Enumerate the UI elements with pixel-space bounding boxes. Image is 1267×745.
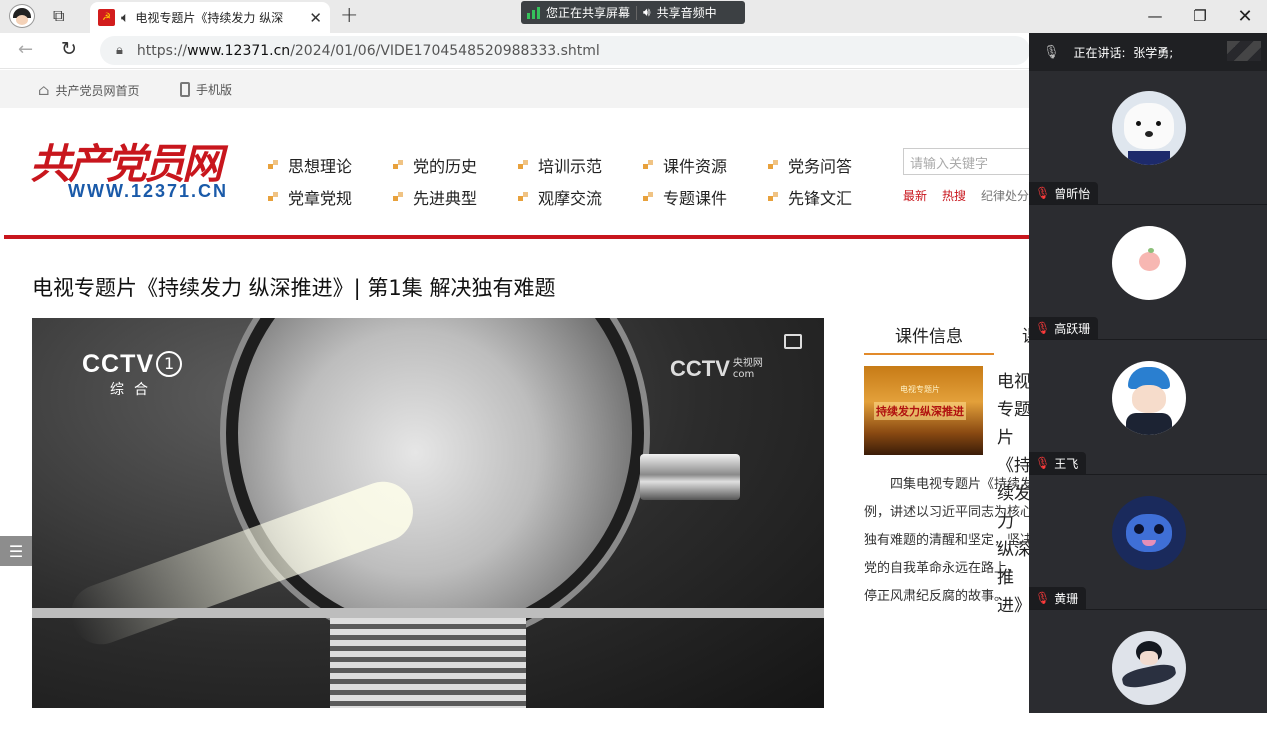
- participant-tile[interactable]: [1029, 611, 1267, 745]
- peach-avatar: [1112, 226, 1186, 300]
- bullet-icon: [768, 192, 778, 202]
- video-player[interactable]: CCTV 1 综合 CCTV 央视网 com: [32, 318, 824, 708]
- mic-muted-icon: 🎙︎: [1035, 186, 1051, 200]
- house-icon: ⌂: [38, 81, 50, 99]
- white-dog-avatar: [1112, 91, 1186, 165]
- bullet-icon: [268, 160, 278, 170]
- meeting-panel: 🎙︎ 正在讲话: 张学勇; 🎙︎ 曾昕怡 🎙︎ 高跃珊 🎙︎ 王飞 🎙︎ 黄珊: [1029, 33, 1267, 713]
- watermark-icon: [1227, 41, 1261, 61]
- nav-item-resources[interactable]: 课件资源: [643, 153, 758, 177]
- tab-course-info[interactable]: 课件信息: [864, 322, 994, 355]
- audio-share-icon: 🔊︎: [643, 5, 651, 19]
- nav-item-theory[interactable]: 思想理论: [268, 153, 383, 177]
- microphone-icon: 🎙︎: [1043, 44, 1060, 60]
- tab-actions-icon[interactable]: ⧉: [53, 6, 64, 26]
- header-divider: [4, 235, 1030, 239]
- bullet-icon: [518, 160, 528, 170]
- restore-button[interactable]: ❐: [1180, 3, 1220, 29]
- new-tab-button[interactable]: +: [340, 3, 358, 28]
- hot-links: 最新 热搜 纪律处分: [903, 187, 1029, 204]
- stitch-avatar: [1112, 496, 1186, 570]
- participant-tile[interactable]: 🎙︎ 黄珊: [1029, 476, 1267, 610]
- hot-link-discipline[interactable]: 纪律处分: [981, 187, 1029, 204]
- home-link[interactable]: ⌂ 共产党员网首页: [38, 81, 139, 99]
- url-field[interactable]: 🔒︎ https://www.12371.cn/2024/01/06/VIDE1…: [100, 36, 1030, 65]
- nav-row-2: 党章党规 先进典型 观摩交流 专题课件 先锋文汇: [268, 185, 868, 209]
- nav-item-exchange[interactable]: 观摩交流: [518, 185, 633, 209]
- hot-link-latest[interactable]: 最新: [903, 187, 927, 204]
- anime-avatar: [1112, 631, 1186, 705]
- nav-row-1: 思想理论 党的历史 培训示范 课件资源 党务问答: [268, 153, 868, 177]
- active-tab[interactable]: ☭ 🔈︎ 电视专题片《持续发力 纵深 ✕: [90, 2, 330, 33]
- mic-muted-icon: 🎙︎: [1035, 591, 1051, 605]
- minimize-button[interactable]: —: [1135, 3, 1175, 29]
- magnifier-handle: [640, 454, 740, 500]
- lock-icon: 🔒︎: [116, 43, 123, 58]
- nav-item-history[interactable]: 党的历史: [393, 153, 508, 177]
- nav-item-qa[interactable]: 党务问答: [768, 153, 868, 177]
- picture-in-picture-icon[interactable]: [784, 334, 802, 349]
- phone-icon: [180, 82, 190, 97]
- bullet-icon: [643, 192, 653, 202]
- participant-tile[interactable]: 🎙︎ 高跃珊: [1029, 206, 1267, 340]
- participant-name: 🎙︎ 黄珊: [1029, 587, 1087, 609]
- bullet-icon: [518, 192, 528, 202]
- nav-item-topics[interactable]: 专题课件: [643, 185, 758, 209]
- share-audio-status: 共享音频中: [656, 6, 717, 20]
- page-title: 电视专题片《持续发力 纵深推进》| 第1集 解决独有难题: [32, 276, 556, 300]
- mobile-link[interactable]: 手机版: [180, 81, 232, 98]
- signal-bars-icon: [527, 6, 540, 19]
- speaker-icon[interactable]: 🔈︎: [121, 10, 129, 26]
- site-logo-url[interactable]: WWW.12371.CN: [68, 181, 228, 202]
- speaking-indicator: 🎙︎ 正在讲话: 张学勇;: [1029, 33, 1267, 71]
- tab-title: 电视专题片《持续发力 纵深: [135, 11, 284, 25]
- participant-name: 🎙︎ 王飞: [1029, 452, 1087, 474]
- participant-tile[interactable]: 🎙︎ 曾昕怡: [1029, 71, 1267, 205]
- close-tab-icon[interactable]: ✕: [309, 9, 322, 27]
- search-input[interactable]: 请输入关键字: [903, 148, 1030, 175]
- hot-link-trending[interactable]: 热搜: [942, 187, 966, 204]
- bullet-icon: [643, 160, 653, 170]
- stairs: [330, 618, 526, 708]
- url-text: https://www.12371.cn/2024/01/06/VIDE1704…: [136, 42, 600, 59]
- close-window-button[interactable]: ✕: [1225, 3, 1265, 29]
- mic-muted-icon: 🎙︎: [1035, 321, 1051, 335]
- participant-name: 🎙︎ 曾昕怡: [1029, 182, 1099, 204]
- browser-title-bar: ⧉ ☭ 🔈︎ 电视专题片《持续发力 纵深 ✕ + 您正在共享屏幕 🔊︎ 共享音频…: [0, 0, 1267, 33]
- bullet-icon: [393, 160, 403, 170]
- speaking-name: 张学勇;: [1133, 45, 1174, 60]
- nav-item-models[interactable]: 先进典型: [393, 185, 508, 209]
- mic-muted-icon: 🎙︎: [1035, 456, 1051, 470]
- course-description: 四集电视专题片《持续发力 纵深推进》以案说纪、以案明 例，讲述以习近平同志为核心…: [864, 477, 1030, 604]
- nav-item-training[interactable]: 培训示范: [518, 153, 633, 177]
- nav-item-articles[interactable]: 先锋文汇: [768, 185, 868, 209]
- course-thumbnail[interactable]: 电视专题片 持续发力纵深推进: [864, 366, 983, 455]
- cctv1-logo: CCTV 1 综合: [82, 350, 183, 399]
- bullet-icon: [768, 160, 778, 170]
- participant-name: 🎙︎ 高跃珊: [1029, 317, 1099, 339]
- nav-item-rules[interactable]: 党章党规: [268, 185, 383, 209]
- outline-list-icon[interactable]: ☰: [0, 536, 32, 566]
- screen-share-indicator[interactable]: 您正在共享屏幕 🔊︎ 共享音频中: [521, 1, 745, 24]
- share-status: 您正在共享屏幕: [546, 6, 631, 20]
- party-emblem-icon: ☭: [98, 9, 115, 26]
- reload-icon[interactable]: ↻: [61, 38, 77, 60]
- site-top-strip: ⌂ 共产党员网首页 手机版: [0, 70, 1030, 108]
- bullet-icon: [393, 192, 403, 202]
- boy-cap-avatar: [1112, 361, 1186, 435]
- cctv-com-logo: CCTV 央视网 com: [670, 356, 763, 381]
- bullet-icon: [268, 192, 278, 202]
- profile-avatar[interactable]: [9, 4, 35, 28]
- participant-tile[interactable]: 🎙︎ 王飞: [1029, 341, 1267, 475]
- back-arrow-icon[interactable]: ←: [18, 39, 33, 60]
